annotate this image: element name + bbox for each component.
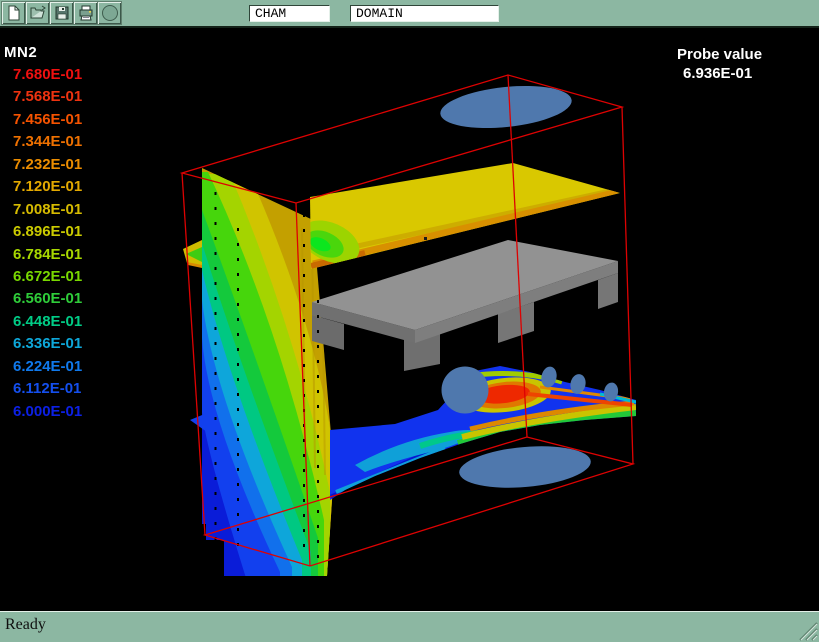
legend-entry: 6.672E-01 <box>4 268 82 290</box>
legend-entry: 6.224E-01 <box>4 358 82 380</box>
legend-entry: 6.336E-01 <box>4 335 82 357</box>
run-button[interactable] <box>98 2 121 24</box>
legend-variable-name: MN2 <box>4 44 82 66</box>
legend-entry: 6.112E-01 <box>4 380 82 402</box>
legend-entry: 7.456E-01 <box>4 111 82 133</box>
circle-icon <box>101 4 119 22</box>
gray-block-object <box>312 240 618 371</box>
status-text: Ready <box>5 616 46 634</box>
resize-grip[interactable] <box>796 619 818 641</box>
legend-entry: 6.448E-01 <box>4 313 82 335</box>
legend-entry: 6.560E-01 <box>4 290 82 312</box>
new-document-icon <box>6 5 22 21</box>
open-file-button[interactable] <box>26 2 49 24</box>
new-file-button[interactable] <box>2 2 25 24</box>
cfd-scene[interactable] <box>0 28 819 611</box>
save-button[interactable] <box>50 2 73 24</box>
open-folder-icon <box>30 5 46 21</box>
toolbar <box>0 0 819 28</box>
legend-entry: 7.568E-01 <box>4 88 82 110</box>
legend-entry: 7.344E-01 <box>4 133 82 155</box>
legend-entry: 7.680E-01 <box>4 66 82 88</box>
status-bar: Ready <box>0 611 819 642</box>
domain-field[interactable] <box>350 5 499 22</box>
app-window: MN2 7.680E-01 7.568E-01 7.456E-01 7.344E… <box>0 0 819 642</box>
probe-label: Probe value <box>677 45 762 64</box>
cham-field[interactable] <box>249 5 330 22</box>
legend-entry: 7.232E-01 <box>4 156 82 178</box>
legend-entry: 7.008E-01 <box>4 201 82 223</box>
probe-marker <box>424 237 427 240</box>
sphere-object <box>442 367 489 414</box>
contour-legend: MN2 7.680E-01 7.568E-01 7.456E-01 7.344E… <box>4 44 82 425</box>
legend-entry: 6.784E-01 <box>4 246 82 268</box>
print-icon <box>78 5 94 21</box>
viewport: MN2 7.680E-01 7.568E-01 7.456E-01 7.344E… <box>0 28 819 611</box>
legend-entry: 6.000E-01 <box>4 403 82 425</box>
print-button[interactable] <box>74 2 97 24</box>
legend-entry: 7.120E-01 <box>4 178 82 200</box>
save-icon <box>54 5 70 21</box>
legend-entry: 6.896E-01 <box>4 223 82 245</box>
probe-value: 6.936E-01 <box>677 64 762 83</box>
probe-readout: Probe value 6.936E-01 <box>677 45 762 83</box>
